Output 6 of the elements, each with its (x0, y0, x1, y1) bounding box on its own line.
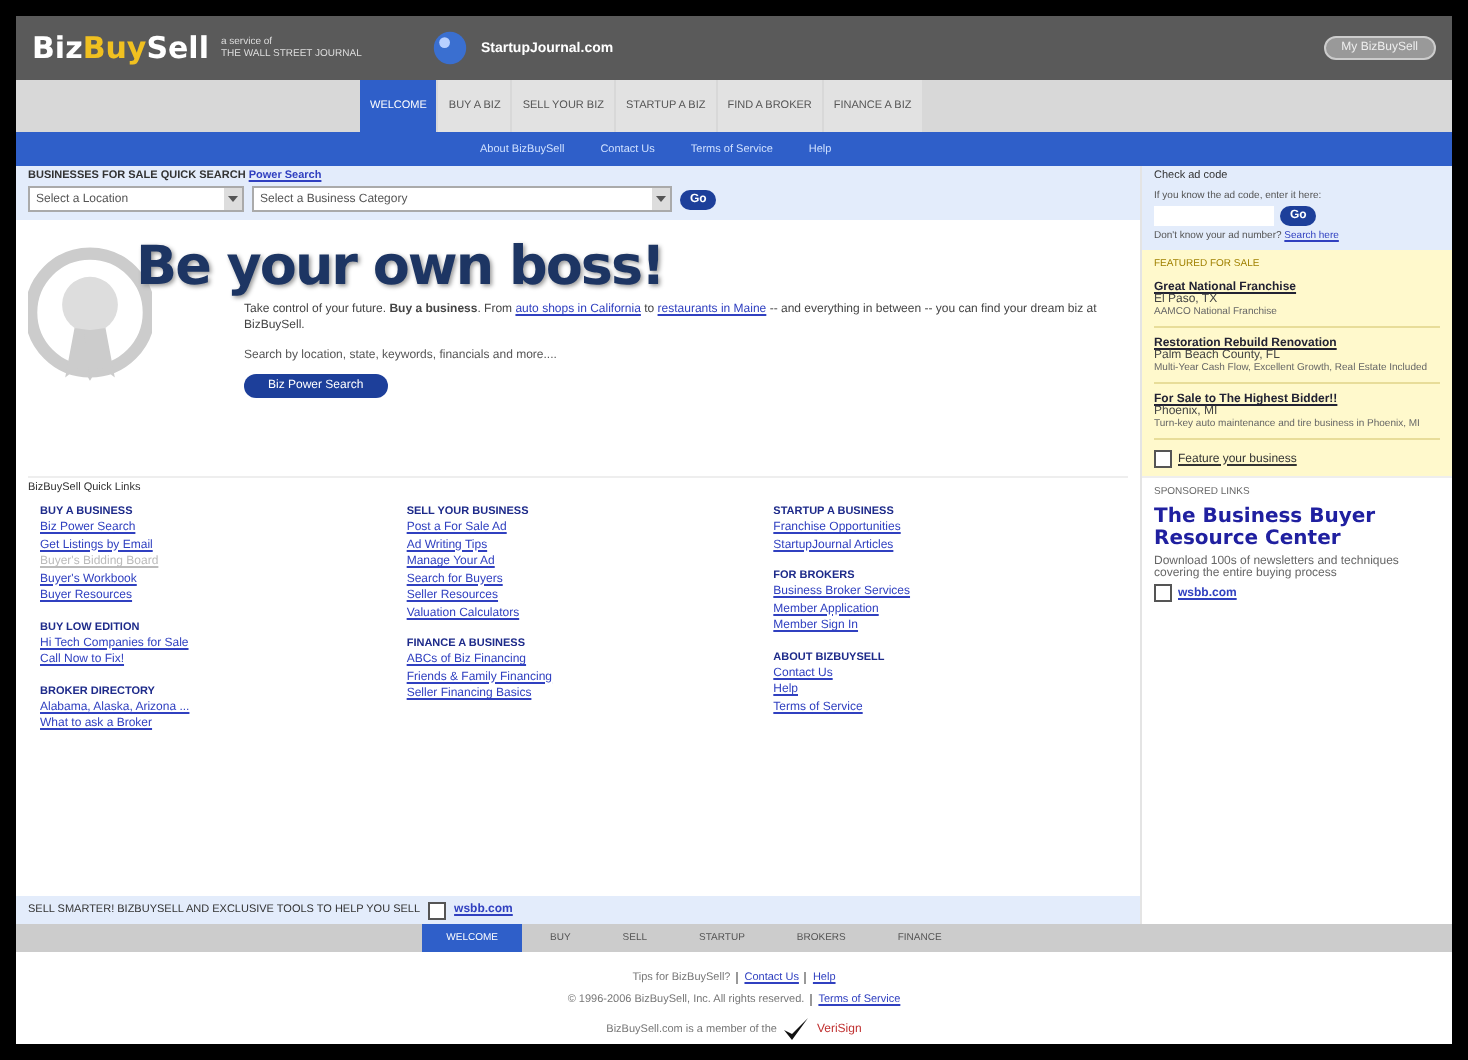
logo[interactable]: BizBuySell (32, 30, 209, 66)
hero-title: Be your own boss! (136, 236, 666, 298)
sponsored-headline[interactable]: The Business Buyer Resource Center (1154, 506, 1440, 550)
checkmark-icon (782, 1016, 811, 1044)
ad-code-field[interactable] (1154, 206, 1274, 226)
globe-icon (432, 30, 469, 66)
